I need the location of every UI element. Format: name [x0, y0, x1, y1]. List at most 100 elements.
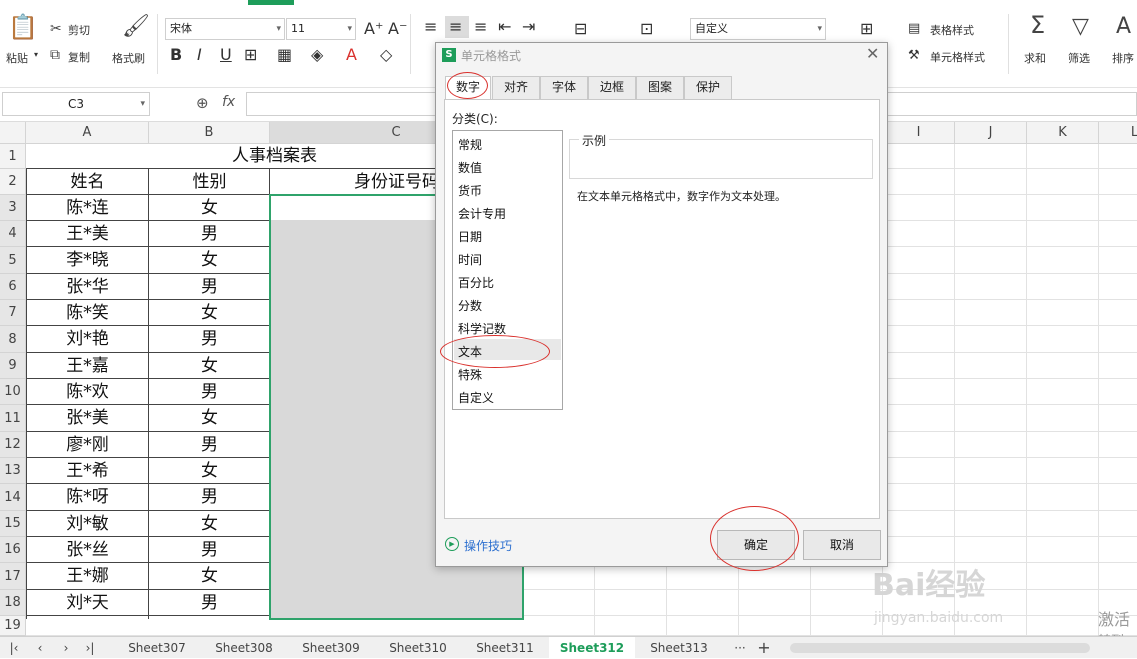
prev-sheet-icon[interactable]: ‹	[32, 637, 48, 659]
table-cell[interactable]: 王*嘉	[26, 353, 149, 379]
name-box[interactable]: C3 ▾	[2, 92, 150, 116]
select-all-corner[interactable]	[0, 122, 26, 144]
table-cell[interactable]: 李*晓	[26, 247, 149, 274]
indent-increase-icon[interactable]: ⇥	[522, 18, 535, 36]
next-sheet-icon[interactable]: ›	[58, 637, 74, 659]
row-header-5[interactable]: 5	[0, 247, 26, 274]
increase-font-icon[interactable]: A⁺	[364, 20, 383, 38]
row-header-15[interactable]: 15	[0, 511, 26, 537]
column-header-j[interactable]: J	[955, 122, 1027, 144]
row-header-6[interactable]: 6	[0, 274, 26, 300]
copy-icon[interactable]: ⧉	[50, 46, 60, 64]
font-name-select[interactable]: 宋体 ▾	[165, 18, 285, 40]
sheet-tab[interactable]: Sheet313	[636, 637, 722, 659]
table-cell[interactable]: 张*美	[26, 405, 149, 432]
align-bottom-icon[interactable]: ≡	[474, 18, 487, 36]
table-cell[interactable]: 陈*笑	[26, 300, 149, 326]
tab-protection[interactable]: 保护	[684, 76, 732, 99]
row-header-9[interactable]: 9	[0, 353, 26, 379]
align-center-icon[interactable]: ≡	[449, 18, 462, 36]
conditional-format-icon[interactable]: ⊞	[860, 20, 873, 38]
row-header-12[interactable]: 12	[0, 432, 26, 458]
table-style-icon[interactable]: ▤	[908, 20, 920, 38]
column-header-i[interactable]: I	[883, 122, 955, 144]
table-cell[interactable]: 女	[149, 405, 270, 432]
table-cell[interactable]: 张*丝	[26, 537, 149, 563]
row-header-11[interactable]: 11	[0, 405, 26, 432]
wrap-text-icon[interactable]: ⊡	[640, 20, 653, 38]
table-cell[interactable]: 陈*连	[26, 195, 149, 221]
zoom-icon[interactable]: ⊕	[196, 94, 209, 112]
row-header-14[interactable]: 14	[0, 484, 26, 511]
table-cell[interactable]: 刘*艳	[26, 326, 149, 353]
header-cell[interactable]: 性别	[149, 169, 270, 195]
table-cell[interactable]: 王*希	[26, 458, 149, 484]
table-cell[interactable]: 男	[149, 326, 270, 353]
underline-icon[interactable]: U	[220, 46, 232, 64]
table-cell[interactable]: 男	[149, 274, 270, 300]
table-cell[interactable]: 男	[149, 432, 270, 458]
table-cell[interactable]: 男	[149, 379, 270, 405]
cancel-button[interactable]: 取消	[803, 530, 881, 560]
column-header-k[interactable]: K	[1027, 122, 1099, 144]
paste-icon[interactable]: 📋	[8, 15, 38, 39]
number-format-select[interactable]: 自定义 ▾	[690, 18, 826, 40]
sort-button[interactable]: 排序	[1112, 50, 1134, 66]
table-cell[interactable]: 女	[149, 195, 270, 221]
category-item[interactable]: 特殊	[458, 366, 482, 383]
row-header-2[interactable]: 2	[0, 169, 26, 195]
sheet-tab[interactable]: Sheet311	[462, 637, 548, 659]
merge-cells-icon[interactable]: ⊟	[574, 20, 587, 38]
table-cell[interactable]: 陈*欢	[26, 379, 149, 405]
filter-button[interactable]: 筛选	[1068, 50, 1090, 66]
tab-pattern[interactable]: 图案	[636, 76, 684, 99]
tips-link[interactable]: 操作技巧	[464, 537, 512, 554]
last-sheet-icon[interactable]: ›|	[82, 637, 98, 659]
table-cell[interactable]: 女	[149, 247, 270, 274]
tab-alignment[interactable]: 对齐	[492, 76, 540, 99]
header-cell[interactable]: 姓名	[26, 169, 149, 195]
category-list[interactable]: 常规 数值 货币 会计专用 日期 时间 百分比 分数 科学记数 文本 特殊 自定义	[452, 130, 563, 410]
column-header-a[interactable]: A	[26, 122, 149, 144]
font-size-select[interactable]: 11 ▾	[286, 18, 356, 40]
category-item[interactable]: 自定义	[458, 389, 494, 406]
category-item[interactable]: 百分比	[458, 274, 494, 291]
paste-dropdown-icon[interactable]: ▾	[34, 50, 38, 59]
row-header-13[interactable]: 13	[0, 458, 26, 484]
horizontal-scrollbar[interactable]	[790, 643, 1090, 653]
table-cell[interactable]: 廖*刚	[26, 432, 149, 458]
copy-button[interactable]: 复制	[68, 49, 90, 65]
decrease-font-icon[interactable]: A⁻	[388, 20, 407, 38]
category-item[interactable]: 常规	[458, 136, 482, 153]
more-sheets-icon[interactable]: ···	[730, 637, 750, 659]
row-header-7[interactable]: 7	[0, 300, 26, 326]
table-cell[interactable]: 刘*敏	[26, 511, 149, 537]
table-cell[interactable]: 王*美	[26, 221, 149, 247]
sheet-tab[interactable]: Sheet309	[288, 637, 374, 659]
clear-format-icon[interactable]: ◇	[380, 46, 392, 64]
fill-style-icon[interactable]: ▦	[277, 46, 292, 64]
paste-button[interactable]: 粘贴	[6, 50, 28, 66]
row-header-19[interactable]: 19	[0, 616, 26, 636]
italic-icon[interactable]: I	[197, 46, 202, 64]
category-item[interactable]: 数值	[458, 159, 482, 176]
sum-icon[interactable]: Σ	[1030, 13, 1045, 37]
row-header-16[interactable]: 16	[0, 537, 26, 563]
table-cell[interactable]: 王*娜	[26, 563, 149, 590]
category-item[interactable]: 日期	[458, 228, 482, 245]
table-cell[interactable]: 男	[149, 590, 270, 616]
category-item[interactable]: 时间	[458, 251, 482, 268]
first-sheet-icon[interactable]: |‹	[6, 637, 22, 659]
cell-style-icon[interactable]: ⚒	[908, 47, 920, 65]
row-header-10[interactable]: 10	[0, 379, 26, 405]
table-cell[interactable]: 陈*呀	[26, 484, 149, 511]
fill-color-icon[interactable]: ◈	[311, 46, 323, 64]
table-cell[interactable]: 女	[149, 458, 270, 484]
tab-font[interactable]: 字体	[540, 76, 588, 99]
row-header-18[interactable]: 18	[0, 590, 26, 616]
table-cell[interactable]: 女	[149, 353, 270, 379]
tab-border[interactable]: 边框	[588, 76, 636, 99]
indent-decrease-icon[interactable]: ⇤	[498, 18, 511, 36]
sum-button[interactable]: 求和	[1024, 50, 1046, 66]
cell-style-button[interactable]: 单元格样式	[930, 49, 985, 65]
